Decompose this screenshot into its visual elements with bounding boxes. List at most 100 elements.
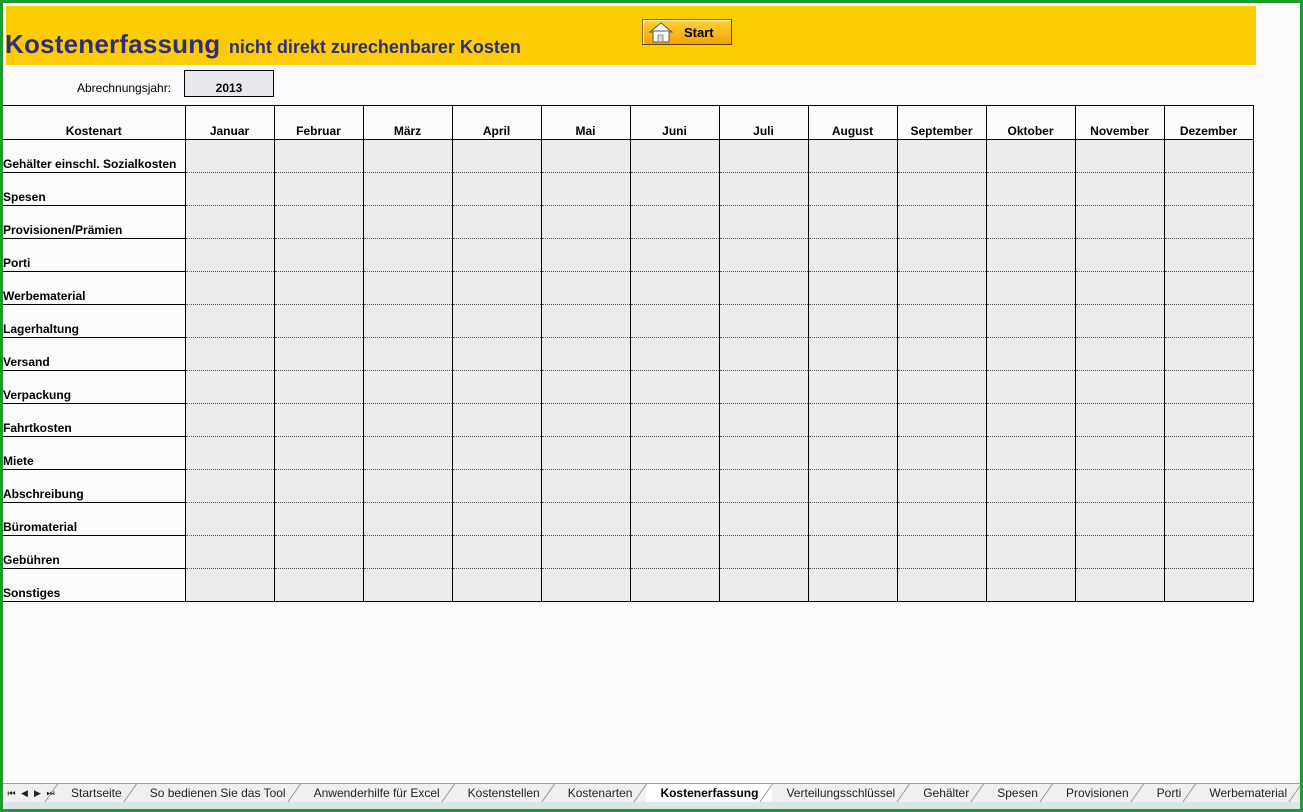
input-cell[interactable] (363, 502, 453, 536)
input-cell[interactable] (1075, 205, 1165, 239)
input-cell[interactable] (897, 535, 987, 569)
input-cell[interactable] (363, 139, 453, 173)
input-cell[interactable] (1164, 502, 1254, 536)
input-cell[interactable] (274, 172, 364, 206)
sheet-tab[interactable]: Kostenarten (554, 784, 647, 802)
input-cell[interactable] (541, 403, 631, 437)
input-cell[interactable] (1164, 172, 1254, 206)
sheet-tab[interactable]: Kostenstellen (454, 784, 554, 802)
input-cell[interactable] (363, 271, 453, 305)
input-cell[interactable] (808, 502, 898, 536)
input-cell[interactable] (541, 139, 631, 173)
input-cell[interactable] (1075, 403, 1165, 437)
input-cell[interactable] (541, 304, 631, 338)
input-cell[interactable] (1075, 502, 1165, 536)
input-cell[interactable] (719, 469, 809, 503)
input-cell[interactable] (452, 370, 542, 404)
input-cell[interactable] (719, 304, 809, 338)
input-cell[interactable] (185, 370, 275, 404)
input-cell[interactable] (541, 370, 631, 404)
input-cell[interactable] (274, 502, 364, 536)
input-cell[interactable] (630, 535, 720, 569)
input-cell[interactable] (541, 502, 631, 536)
input-cell[interactable] (541, 172, 631, 206)
input-cell[interactable] (185, 436, 275, 470)
input-cell[interactable] (185, 205, 275, 239)
input-cell[interactable] (1164, 469, 1254, 503)
input-cell[interactable] (363, 304, 453, 338)
input-cell[interactable] (452, 172, 542, 206)
input-cell[interactable] (986, 535, 1076, 569)
input-cell[interactable] (986, 568, 1076, 602)
input-cell[interactable] (274, 271, 364, 305)
input-cell[interactable] (808, 337, 898, 371)
input-cell[interactable] (185, 502, 275, 536)
sheet-tab[interactable]: Verteilungsschlüssel (772, 784, 909, 802)
input-cell[interactable] (719, 139, 809, 173)
input-cell[interactable] (1075, 568, 1165, 602)
input-cell[interactable] (630, 502, 720, 536)
input-cell[interactable] (452, 337, 542, 371)
input-cell[interactable] (541, 568, 631, 602)
input-cell[interactable] (808, 469, 898, 503)
input-cell[interactable] (1164, 436, 1254, 470)
input-cell[interactable] (185, 403, 275, 437)
input-cell[interactable] (630, 139, 720, 173)
input-cell[interactable] (452, 271, 542, 305)
input-cell[interactable] (1164, 304, 1254, 338)
input-cell[interactable] (452, 403, 542, 437)
input-cell[interactable] (363, 436, 453, 470)
input-cell[interactable] (808, 436, 898, 470)
input-cell[interactable] (541, 535, 631, 569)
input-cell[interactable] (897, 469, 987, 503)
input-cell[interactable] (452, 436, 542, 470)
input-cell[interactable] (1075, 337, 1165, 371)
input-cell[interactable] (541, 469, 631, 503)
input-cell[interactable] (719, 271, 809, 305)
input-cell[interactable] (897, 436, 987, 470)
start-button[interactable]: Start (642, 19, 732, 45)
input-cell[interactable] (1075, 436, 1165, 470)
input-cell[interactable] (719, 436, 809, 470)
input-cell[interactable] (808, 304, 898, 338)
input-cell[interactable] (897, 304, 987, 338)
input-cell[interactable] (452, 535, 542, 569)
input-cell[interactable] (1075, 535, 1165, 569)
input-cell[interactable] (185, 172, 275, 206)
input-cell[interactable] (1164, 370, 1254, 404)
prev-sheet-icon[interactable]: ◀ (18, 788, 31, 799)
input-cell[interactable] (274, 337, 364, 371)
input-cell[interactable] (274, 436, 364, 470)
input-cell[interactable] (630, 370, 720, 404)
input-cell[interactable] (630, 436, 720, 470)
input-cell[interactable] (719, 370, 809, 404)
input-cell[interactable] (1075, 238, 1165, 272)
input-cell[interactable] (719, 403, 809, 437)
input-cell[interactable] (1075, 172, 1165, 206)
input-cell[interactable] (541, 205, 631, 239)
sheet-tab[interactable]: Werbematerial (1195, 784, 1300, 802)
input-cell[interactable] (986, 403, 1076, 437)
input-cell[interactable] (897, 568, 987, 602)
input-cell[interactable] (630, 568, 720, 602)
input-cell[interactable] (808, 205, 898, 239)
input-cell[interactable] (630, 469, 720, 503)
first-sheet-icon[interactable]: ⏮ (5, 788, 18, 799)
input-cell[interactable] (452, 304, 542, 338)
input-cell[interactable] (897, 502, 987, 536)
input-cell[interactable] (986, 205, 1076, 239)
input-cell[interactable] (808, 271, 898, 305)
sheet-tab[interactable]: Kostenerfassung (646, 784, 773, 802)
input-cell[interactable] (808, 238, 898, 272)
input-cell[interactable] (630, 337, 720, 371)
input-cell[interactable] (1164, 403, 1254, 437)
input-cell[interactable] (808, 403, 898, 437)
input-cell[interactable] (808, 568, 898, 602)
input-cell[interactable] (185, 535, 275, 569)
input-cell[interactable] (897, 172, 987, 206)
input-cell[interactable] (1164, 535, 1254, 569)
input-cell[interactable] (363, 469, 453, 503)
input-cell[interactable] (897, 337, 987, 371)
input-cell[interactable] (185, 139, 275, 173)
input-cell[interactable] (897, 370, 987, 404)
